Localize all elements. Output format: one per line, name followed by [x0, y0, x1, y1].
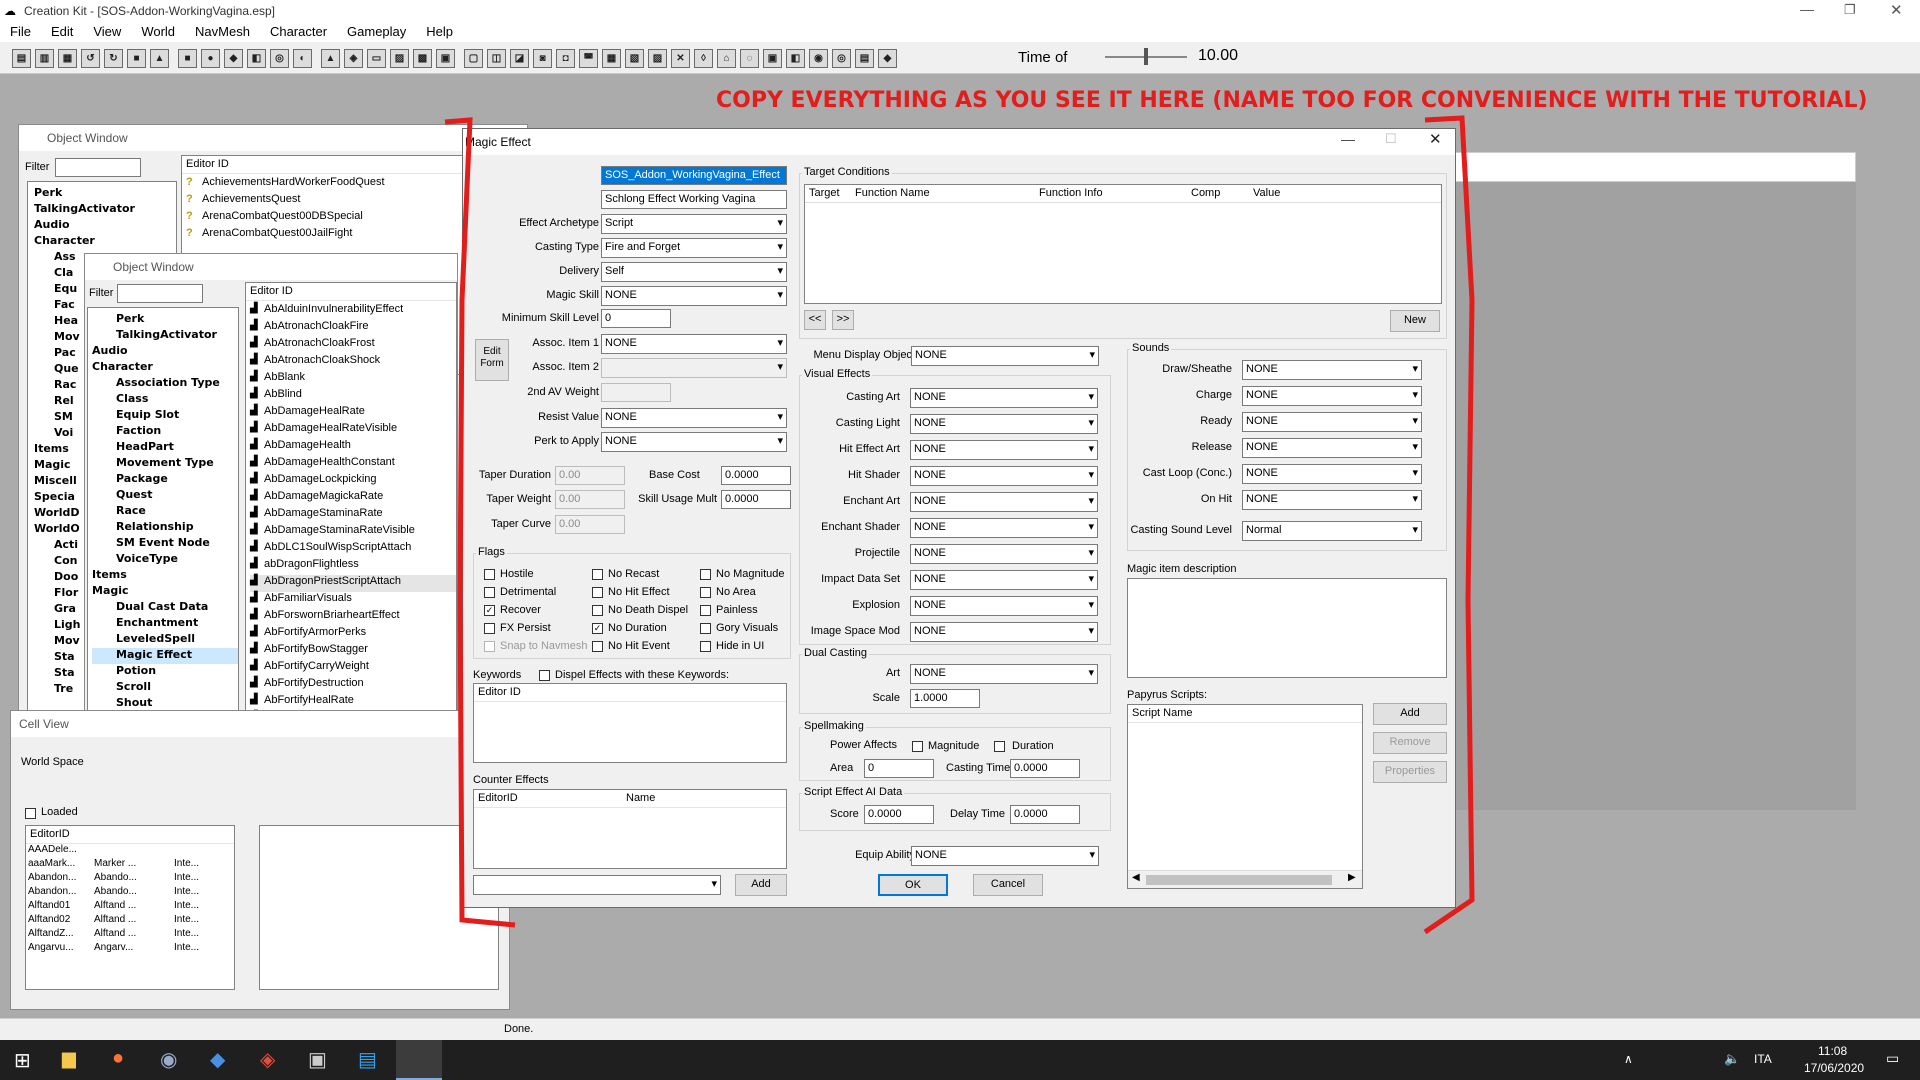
annotation-outline — [444, 115, 1475, 935]
app-icon-5[interactable]: ◈ — [260, 1047, 275, 1072]
app-icon-7[interactable]: ▤ — [358, 1047, 377, 1072]
tray-chevron-icon[interactable]: ∧ — [1624, 1052, 1633, 1066]
volume-icon[interactable]: 🔈 — [1724, 1051, 1740, 1067]
status-text: Done. — [504, 1023, 534, 1035]
app-icon-3[interactable]: ◉ — [160, 1047, 177, 1072]
creation-kit-taskbar-button[interactable] — [396, 1040, 442, 1080]
firefox-icon[interactable]: ● — [112, 1047, 124, 1070]
clock-time[interactable]: 11:08 — [1818, 1044, 1847, 1058]
app-icon-4[interactable]: ◆ — [210, 1047, 225, 1072]
file-explorer-icon[interactable]: ▆ — [62, 1048, 76, 1069]
notification-icon[interactable]: ▭ — [1886, 1050, 1899, 1067]
clock-date[interactable]: 17/06/2020 — [1804, 1061, 1864, 1075]
status-bar: Done. — [0, 1018, 1920, 1040]
language-indicator[interactable]: ITA — [1754, 1052, 1772, 1066]
app-icon-6[interactable]: ▣ — [308, 1047, 327, 1072]
taskbar: ⊞ ▆ ● ◉ ◆ ◈ ▣ ▤ ∧ 🔈 ITA 11:08 17/06/2020… — [0, 1040, 1920, 1080]
windows-start-icon[interactable]: ⊞ — [14, 1048, 31, 1073]
